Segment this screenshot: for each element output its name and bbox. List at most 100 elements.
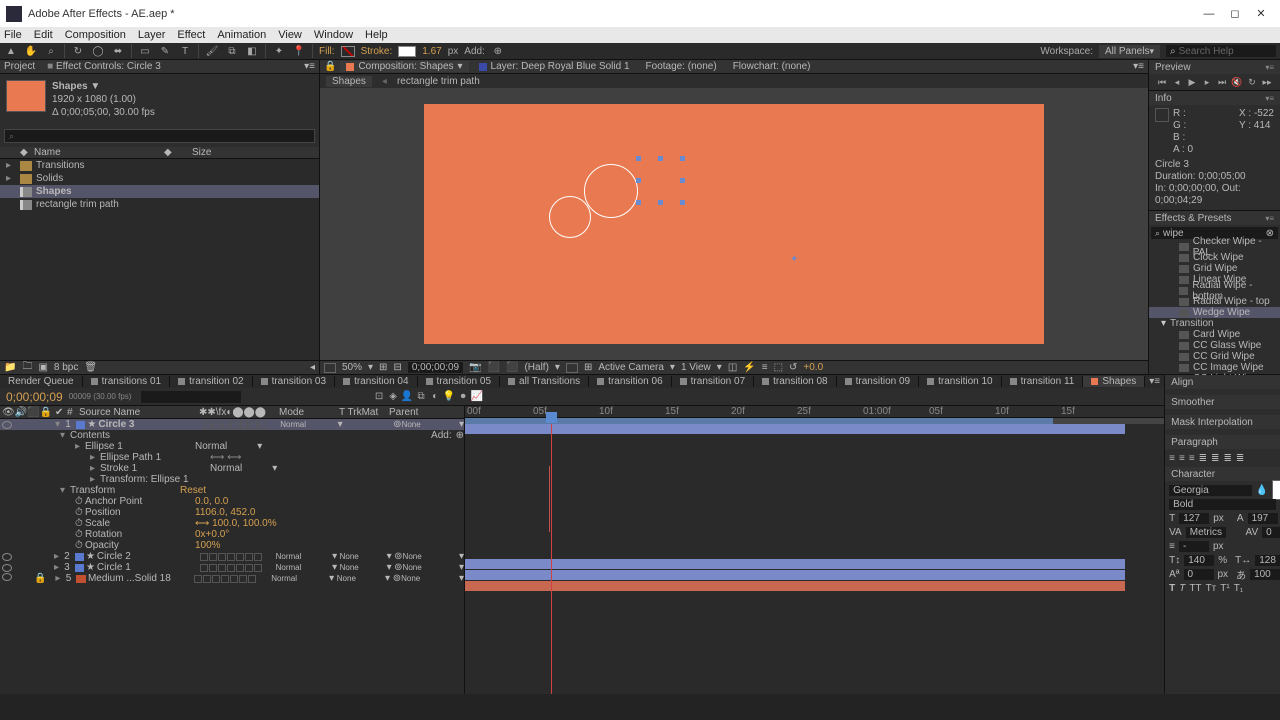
comp-flowchart-icon[interactable]: ⬚ — [774, 362, 783, 373]
twirl-icon[interactable]: ▸ — [52, 551, 61, 562]
effect-item[interactable]: Checker Wipe - PAL — [1149, 241, 1280, 252]
timeline-tab[interactable]: transitions 01 — [83, 376, 170, 387]
col-source[interactable]: Source Name — [79, 407, 199, 418]
smoother-header[interactable]: Smoother — [1171, 397, 1214, 408]
visibility-icon[interactable] — [2, 573, 12, 581]
layer-group[interactable]: ▾TransformReset — [0, 485, 464, 496]
property-row[interactable]: ▸Stroke 1Normal▾ — [0, 463, 464, 474]
brainstorm-icon[interactable]: 💡 — [442, 390, 456, 404]
mode-dropdown[interactable]: Normal — [276, 552, 332, 561]
twirl-icon[interactable]: ▸ — [53, 573, 63, 584]
superscript-icon[interactable]: T¹ — [1220, 583, 1229, 594]
effect-item[interactable]: Radial Wipe - top — [1149, 296, 1280, 307]
brush-tool-icon[interactable]: 🖌 — [205, 44, 219, 58]
layer-name[interactable]: Circle 2 — [97, 551, 200, 562]
panel-menu-icon[interactable]: ▾≡ — [1133, 61, 1144, 72]
menu-help[interactable]: Help — [365, 29, 388, 41]
viewer-lock-icon[interactable]: 🔒 — [324, 61, 336, 72]
layer-row[interactable]: ▾ 1 ★ Circle 3 Normal▾ ⊚ None▾ — [0, 419, 464, 430]
add-plus-icon[interactable]: ⊕ — [491, 44, 505, 58]
property-row[interactable]: ⏱Rotation0x+0.0° — [0, 529, 464, 540]
kerning[interactable]: Metrics — [1186, 527, 1226, 538]
panel-menu-icon[interactable]: ▾≡ — [1265, 214, 1274, 223]
close-button[interactable]: ✕ — [1248, 4, 1274, 24]
resolution-dropdown[interactable]: (Half) — [524, 362, 548, 373]
project-item[interactable]: ▸Transitions — [0, 159, 319, 172]
parent-dropdown[interactable]: None — [402, 420, 459, 429]
col-type-icon[interactable]: ◆ — [164, 147, 172, 158]
add-label[interactable]: Add: — [464, 46, 485, 57]
layer-name[interactable]: Circle 3 — [98, 419, 203, 430]
col-trkmat[interactable]: T TrkMat — [339, 407, 389, 418]
timeline-tab[interactable]: transition 02 — [170, 376, 252, 387]
col-parent[interactable]: Parent — [389, 407, 418, 418]
layer-name[interactable]: Circle 1 — [97, 562, 200, 573]
shape-circle[interactable] — [549, 196, 591, 238]
stopwatch-icon[interactable]: ⏱ — [75, 507, 85, 518]
bbox-handle[interactable] — [636, 156, 641, 161]
breadcrumb-item[interactable]: rectangle trim path — [397, 76, 480, 87]
timeline-search[interactable] — [141, 391, 241, 403]
align-right-icon[interactable]: ≡ — [1189, 453, 1195, 464]
eyedropper-icon[interactable]: 💧 — [1256, 485, 1268, 496]
effect-item[interactable]: Grid Wipe — [1149, 263, 1280, 274]
timeline-tab[interactable]: transition 09 — [837, 376, 919, 387]
property-row[interactable]: ⏱Position1106.0, 452.0 — [0, 507, 464, 518]
pixel-aspect-icon[interactable]: ◫ — [728, 362, 737, 373]
rect-tool-icon[interactable]: ▭ — [138, 44, 152, 58]
label-color[interactable] — [75, 553, 84, 561]
project-tab[interactable]: Project — [4, 61, 35, 72]
bbox-handle[interactable] — [658, 156, 663, 161]
pickwhip-icon[interactable]: ⊚ — [393, 573, 401, 584]
timeline-tab[interactable]: transition 03 — [253, 376, 335, 387]
menu-edit[interactable]: Edit — [34, 29, 53, 41]
tracking[interactable]: 0 — [1262, 527, 1280, 538]
mode-dropdown[interactable]: Normal — [276, 563, 332, 572]
pickwhip-icon[interactable]: ⊚ — [394, 551, 402, 562]
timeline-icon[interactable]: ≡ — [762, 362, 768, 373]
graph-editor-icon[interactable]: 📈 — [470, 390, 484, 404]
stopwatch-icon[interactable]: ⏱ — [75, 518, 85, 529]
layer-bar[interactable] — [465, 559, 1125, 569]
project-thumbnail[interactable] — [6, 80, 46, 112]
allcaps-icon[interactable]: TT — [1189, 583, 1201, 594]
roi-icon[interactable] — [566, 363, 578, 373]
stroke-width[interactable]: 1.67 — [422, 46, 441, 57]
fill-color-swatch[interactable] — [1272, 480, 1280, 500]
layer-bar[interactable] — [465, 424, 1125, 434]
camera-tool-icon[interactable]: ◯ — [91, 44, 105, 58]
label-col-icon[interactable]: ◆ — [20, 147, 34, 158]
eraser-tool-icon[interactable]: ◧ — [245, 44, 259, 58]
camera-dropdown[interactable]: Active Camera — [598, 362, 664, 373]
canvas[interactable]: ✦ — [424, 104, 1044, 344]
label-color[interactable] — [76, 575, 86, 583]
parent-dropdown[interactable]: None — [403, 552, 459, 561]
exposure-value[interactable]: +0.0 — [803, 362, 823, 373]
lock-icon[interactable]: 🔒 — [34, 573, 46, 584]
roto-tool-icon[interactable]: ✦ — [272, 44, 286, 58]
stroke-label[interactable]: Stroke: — [361, 46, 393, 57]
newfolder-icon[interactable]: 🗀 — [22, 359, 32, 376]
property-row[interactable]: ▸Ellipse 1Normal▾ — [0, 441, 464, 452]
interpret-icon[interactable]: 📁 — [4, 362, 16, 373]
zoom-dropdown[interactable]: 50% — [342, 362, 362, 373]
timeline-tab[interactable]: transition 06 — [589, 376, 671, 387]
layer-group[interactable]: ▾ContentsAdd:⊕ — [0, 430, 464, 441]
current-time-indicator[interactable] — [551, 424, 552, 694]
smallcaps-icon[interactable]: Tᴛ — [1206, 583, 1217, 594]
frameblend-icon[interactable]: ⧉ — [414, 390, 428, 404]
channel-icon[interactable]: ⬛ — [488, 362, 500, 373]
baseline[interactable]: 0 — [1184, 569, 1214, 580]
property-row[interactable]: ▸Ellipse Path 1⟷ ⟷ — [0, 452, 464, 463]
timeline-tab[interactable]: transition 08 — [754, 376, 836, 387]
panel-menu-icon[interactable]: ▾≡ — [1265, 63, 1274, 72]
char-stroke[interactable]: - — [1179, 541, 1209, 552]
fast-preview-icon[interactable]: ⚡ — [743, 362, 755, 373]
visibility-icon[interactable] — [2, 564, 12, 572]
stopwatch-icon[interactable]: ⏱ — [75, 540, 85, 551]
visibility-icon[interactable] — [2, 421, 12, 429]
panbehind-tool-icon[interactable]: ⬌ — [111, 44, 125, 58]
timeline-tab[interactable]: transition 05 — [418, 376, 500, 387]
visibility-icon[interactable] — [2, 553, 12, 561]
align-left-icon[interactable]: ≡ — [1169, 453, 1175, 464]
